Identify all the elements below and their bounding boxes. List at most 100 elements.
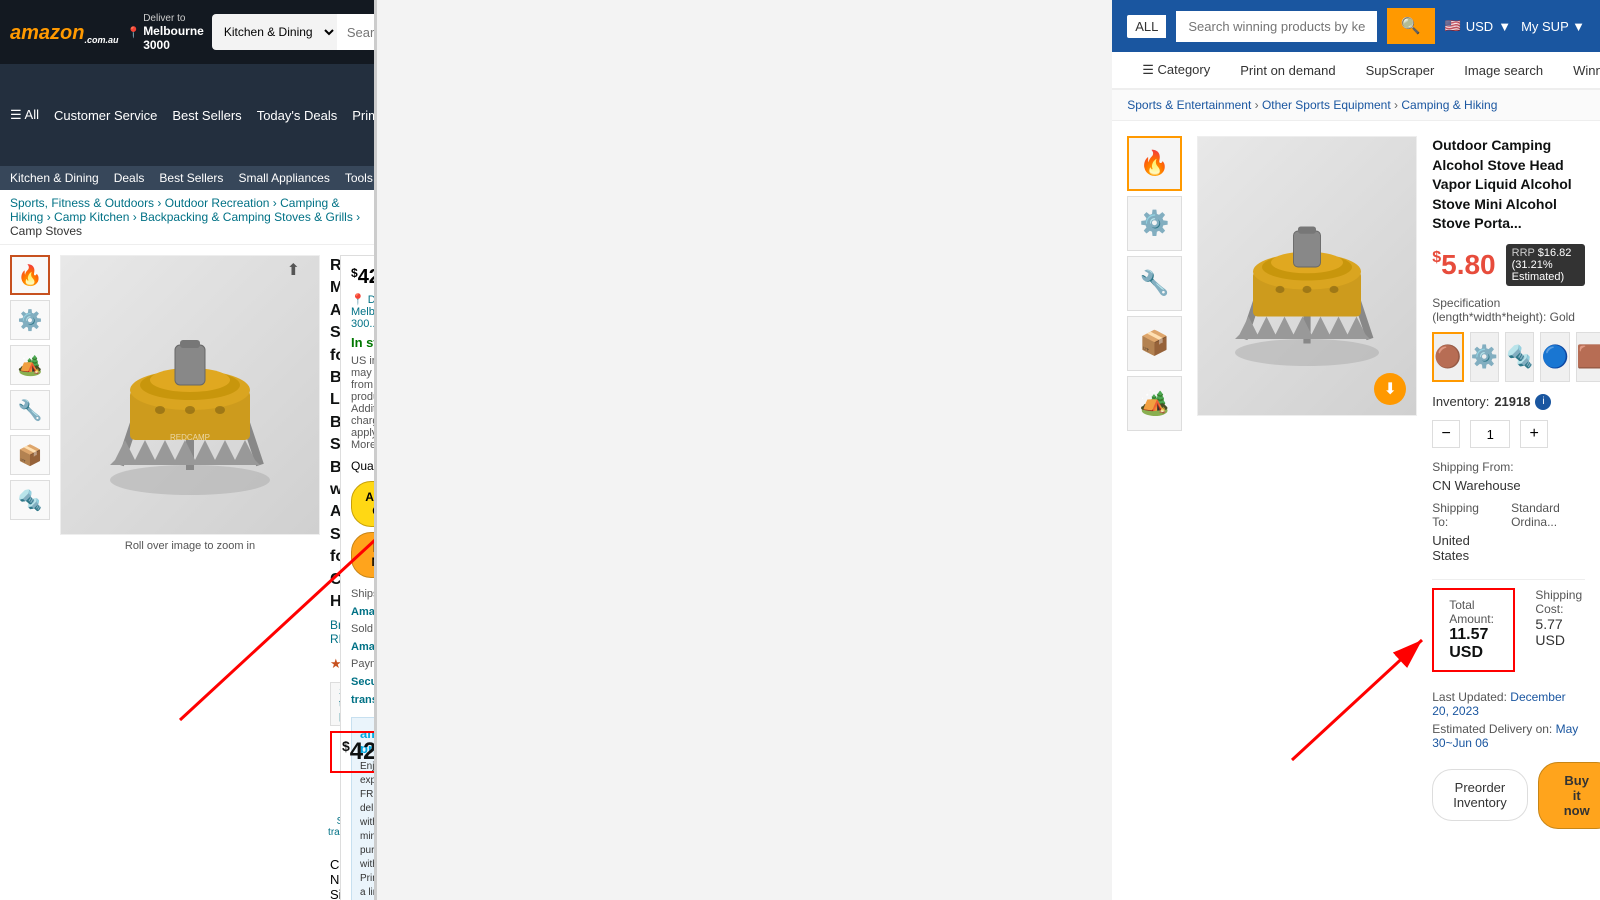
download-images-button[interactable]: ⬇: [1374, 373, 1406, 405]
shipping-to-value: United States: [1432, 533, 1491, 563]
share-button[interactable]: ⬆: [287, 260, 300, 280]
nav-supscraper[interactable]: SupScraper: [1351, 53, 1450, 88]
swatch-brown[interactable]: 🟫: [1576, 332, 1600, 382]
amazon-search-bar[interactable]: Kitchen & Dining 🔍: [212, 14, 377, 50]
amazon-product-area: 🔥 ⚙️ 🏕️ 🔧 📦 🔩 ⬆: [0, 245, 374, 900]
rrp-badge: RRP $16.82 (31.21% Estimated): [1506, 244, 1585, 286]
svg-text:REDCAMP: REDCAMP: [170, 433, 210, 442]
product-price: $4268: [342, 738, 377, 765]
inventory-info-icon[interactable]: i: [1535, 394, 1551, 410]
supplier-main-content: 🔥 ⚙️ 🔧 📦 🏕️: [1112, 121, 1600, 844]
thumbnail-4[interactable]: 🔧: [10, 390, 50, 430]
amazon-subheader: ☰ All Customer Service Best Sellers Toda…: [0, 64, 374, 166]
spec-swatches: 🟤 ⚙️ 🔩 🔵 🟫: [1432, 332, 1585, 382]
shipping-to-section: Shipping To: United States: [1432, 501, 1491, 571]
main-image-container: ⬆: [60, 255, 320, 900]
thumbnail-2[interactable]: ⚙️: [10, 300, 50, 340]
nav-todays-deals[interactable]: Today's Deals: [257, 108, 338, 123]
buy-box: $4268 📍 Deliver to Melbourne 300... In s…: [340, 255, 377, 900]
search-category-select[interactable]: Kitchen & Dining: [212, 14, 337, 50]
supplier-buynow-button[interactable]: Buy it now: [1538, 762, 1600, 829]
breadcrumb: Sports, Fitness & Outdoors › Outdoor Rec…: [0, 190, 374, 245]
shipping-from-label: Shipping From:: [1432, 460, 1585, 474]
swatch-blue[interactable]: 🔵: [1540, 332, 1569, 382]
buy-now-button[interactable]: Buy Now: [351, 532, 377, 578]
shipping-to-label: Shipping To:: [1432, 501, 1491, 529]
nav-best-sellers[interactable]: Best Sellers: [172, 108, 241, 123]
shipping-type-section: Standard Ordina...: [1511, 501, 1585, 533]
amazon-panel: amazon.com.au 📍 Deliver to Melbourne 300…: [0, 0, 377, 900]
cat-deals[interactable]: Deals: [114, 171, 145, 185]
my-sup-menu[interactable]: My SUP ▼: [1521, 19, 1585, 34]
preorder-inventory-button[interactable]: Preorder Inventory: [1432, 769, 1527, 821]
product-svg: REDCAMP: [90, 285, 290, 505]
nav-category[interactable]: ☰ Category: [1127, 52, 1225, 88]
supplier-search-input[interactable]: [1176, 11, 1376, 42]
thumbnail-3[interactable]: 🏕️: [10, 345, 50, 385]
main-product-image: REDCAMP: [60, 255, 320, 535]
total-cost-row: Total Amount: 11.57 USD Shipping Cost: 5…: [1432, 588, 1585, 682]
nav-customer-service[interactable]: Customer Service: [54, 108, 157, 123]
search-all-button[interactable]: ALL: [1127, 15, 1166, 38]
supplier-breadcrumb: Sports & Entertainment › Other Sports Eq…: [1112, 90, 1600, 121]
sup-thumbnail-4[interactable]: 📦: [1127, 316, 1182, 371]
nav-all[interactable]: ☰ All: [10, 107, 39, 123]
supplier-nav: ☰ Category Print on demand SupScraper Im…: [1112, 52, 1600, 90]
inventory-info: Inventory: 21918 i: [1432, 394, 1585, 410]
sup-thumbnail-5[interactable]: 🏕️: [1127, 376, 1182, 431]
swatch-gold[interactable]: 🟤: [1432, 332, 1463, 382]
nav-prime[interactable]: Prime ▼: [352, 108, 377, 123]
sup-thumbnail-3[interactable]: 🔧: [1127, 256, 1182, 311]
qty-increase-button[interactable]: +: [1520, 420, 1548, 448]
zoom-hint: Roll over image to zoom in: [60, 540, 320, 552]
nav-winning-product[interactable]: Winning product: [1558, 53, 1600, 88]
thumbnail-5[interactable]: 📦: [10, 435, 50, 475]
swatch-dark[interactable]: 🔩: [1505, 332, 1534, 382]
swatch-silver[interactable]: ⚙️: [1470, 332, 1499, 382]
deliver-to[interactable]: 📍 Deliver to Melbourne 3000: [126, 13, 203, 52]
buybox-notice: US imports may differ from local product…: [351, 355, 377, 451]
total-amount-value: 11.57 USD: [1449, 626, 1498, 662]
supplier-product-title: Outdoor Camping Alcohol Stove Head Vapor…: [1432, 136, 1585, 234]
supplier-image-container: ⬇: [1197, 136, 1417, 829]
supplier-action-buttons: Preorder Inventory Buy it now: [1432, 762, 1585, 829]
last-updated: Last Updated: December 20, 2023: [1432, 690, 1585, 718]
amazon-header: amazon.com.au 📍 Deliver to Melbourne 300…: [0, 0, 374, 64]
qty-decrease-button[interactable]: −: [1432, 420, 1460, 448]
thumbnail-1[interactable]: 🔥: [10, 255, 50, 295]
supplier-thumbnails: 🔥 ⚙️ 🔧 📦 🏕️: [1127, 136, 1182, 829]
supplier-main-image: ⬇: [1197, 136, 1417, 416]
supplier-header: ALL 🔍 🇺🇸 USD ▼ My SUP ▼: [1112, 0, 1600, 52]
supplier-panel: ALL 🔍 🇺🇸 USD ▼ My SUP ▼ ☰ Category Print…: [1112, 0, 1600, 900]
amazon-category-bar: Kitchen & Dining Deals Best Sellers Smal…: [0, 166, 374, 190]
buybox-deliver[interactable]: 📍 Deliver to Melbourne 300...: [351, 293, 377, 330]
estimated-delivery: Estimated Delivery on: May 30~Jun 06: [1432, 722, 1585, 750]
nav-print-on-demand[interactable]: Print on demand: [1225, 53, 1350, 88]
supplier-price-row: $5.80 RRP $16.82 (31.21% Estimated): [1432, 244, 1585, 286]
sup-thumbnail-2[interactable]: ⚙️: [1127, 196, 1182, 251]
shipping-type-label: Standard Ordina...: [1511, 501, 1585, 529]
thumbnail-6[interactable]: 🔩: [10, 480, 50, 520]
supplier-search-button[interactable]: 🔍: [1387, 8, 1435, 44]
nav-image-search[interactable]: Image search: [1449, 53, 1558, 88]
quantity-row: Quantity: 1: [351, 459, 377, 473]
product-price-box: $4268: [330, 731, 377, 773]
amazon-logo[interactable]: amazon.com.au: [10, 19, 118, 45]
supplier-product-svg: [1217, 176, 1397, 376]
ships-from-info: Ships from Amazon US Sold by Amazon US P…: [351, 586, 377, 709]
cat-tools[interactable]: Tools, Gadgets & Barware: [345, 171, 374, 185]
quantity-row: − 1 +: [1432, 420, 1585, 448]
search-input[interactable]: [337, 14, 377, 50]
shipping-cost-value: 5.77 USD: [1535, 616, 1585, 648]
shipping-from-value: CN Warehouse: [1432, 478, 1585, 493]
product-thumbnails: 🔥 ⚙️ 🏕️ 🔧 📦 🔩: [10, 255, 50, 900]
cat-kitchen[interactable]: Kitchen & Dining: [10, 171, 99, 185]
currency-selector[interactable]: 🇺🇸 USD ▼: [1445, 18, 1512, 34]
sup-thumbnail-1[interactable]: 🔥: [1127, 136, 1182, 191]
buybox-instock: In stock: [351, 335, 377, 350]
total-amount-box: Total Amount: 11.57 USD: [1432, 588, 1515, 672]
cat-bestsellers[interactable]: Best Sellers: [159, 171, 223, 185]
add-to-cart-button[interactable]: Add to Cart: [351, 481, 377, 527]
supplier-product-details: Outdoor Camping Alcohol Stove Head Vapor…: [1432, 136, 1585, 829]
cat-small-appliances[interactable]: Small Appliances: [238, 171, 329, 185]
